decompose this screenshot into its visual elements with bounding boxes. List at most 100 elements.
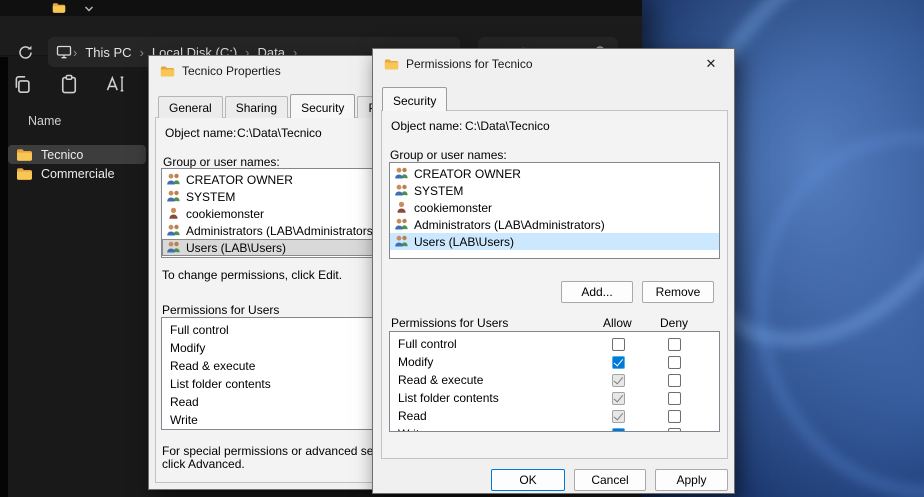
allow-checkbox[interactable] <box>612 410 625 423</box>
allow-checkbox[interactable] <box>612 428 625 433</box>
permissions-checkbox-list[interactable]: Full control Modify Read & execute List … <box>389 331 720 432</box>
account-row[interactable]: Administrators (LAB\Administrators) <box>390 216 719 233</box>
object-name-label: Object name: <box>165 126 236 140</box>
deny-checkbox[interactable] <box>668 410 681 423</box>
dialog-title: Permissions for Tecnico <box>406 57 533 71</box>
permission-row: Read <box>390 407 719 425</box>
advanced-hint-line1: For special permissions or advanced sett… <box>162 444 396 458</box>
permission-row: List folder contents <box>390 389 719 407</box>
group-icon <box>394 218 409 231</box>
group-icon <box>166 224 181 237</box>
object-name-value: C:\Data\Tecnico <box>465 119 550 133</box>
tab-sharing[interactable]: Sharing <box>225 96 288 118</box>
permissions-for-users-label: Permissions for Users <box>391 316 508 330</box>
tab-security[interactable]: Security <box>290 94 355 118</box>
apply-button[interactable]: Apply <box>655 469 728 491</box>
screen: › This PC › Local Disk (C:) › Data › <box>0 0 924 497</box>
permission-name: Read & execute <box>398 373 483 387</box>
group-icon <box>394 235 409 248</box>
permission-row: Full control <box>390 335 719 353</box>
close-icon: ✕ <box>706 56 717 72</box>
permission-name: Modify <box>170 341 205 355</box>
file-row-tecnico[interactable]: Tecnico <box>8 145 146 164</box>
user-icon <box>394 201 409 214</box>
allow-column-header: Allow <box>603 316 632 330</box>
close-button[interactable]: ✕ <box>688 49 734 79</box>
account-name: SYSTEM <box>186 190 235 204</box>
tab-general[interactable]: General <box>158 96 223 118</box>
permission-name: Write <box>398 427 426 432</box>
permissions-for-users-label: Permissions for Users <box>162 303 279 317</box>
file-name: Commerciale <box>41 167 115 181</box>
ok-button[interactable]: OK <box>491 469 565 491</box>
permission-row-partial: Write <box>390 425 719 432</box>
rename-icon <box>105 74 127 94</box>
edit-hint-text: To change permissions, click Edit. <box>162 268 342 282</box>
account-name: cookiemonster <box>186 207 264 221</box>
permissions-tabs: Security <box>382 89 449 111</box>
copy-icon <box>12 74 32 94</box>
allow-checkbox[interactable] <box>612 356 625 369</box>
permission-name: List folder contents <box>170 377 271 391</box>
group-icon <box>394 167 409 180</box>
account-name: Administrators (LAB\Administrators) <box>186 224 377 238</box>
object-name-label: Object name: <box>391 119 462 133</box>
file-row-commerciale[interactable]: Commerciale <box>8 164 146 183</box>
folder-icon <box>16 167 33 181</box>
deny-checkbox[interactable] <box>668 428 681 433</box>
account-name: CREATOR OWNER <box>414 167 521 181</box>
rename-button[interactable] <box>102 70 130 98</box>
add-button[interactable]: Add... <box>561 281 633 303</box>
group-icon <box>166 241 181 254</box>
object-name-value: C:\Data\Tecnico <box>237 126 322 140</box>
account-row-selected[interactable]: Users (LAB\Users) <box>390 233 719 250</box>
deny-checkbox[interactable] <box>668 356 681 369</box>
cancel-button[interactable]: Cancel <box>574 469 646 491</box>
group-user-list[interactable]: CREATOR OWNER SYSTEM cookiemonster Admin… <box>389 162 720 259</box>
user-icon <box>166 207 181 220</box>
permissions-dialog: Permissions for Tecnico ✕ Security Objec… <box>372 48 735 494</box>
group-icon <box>166 173 181 186</box>
permission-name: List folder contents <box>398 391 499 405</box>
tab-folder-icon <box>52 2 66 14</box>
chevron-down-icon[interactable] <box>84 5 94 13</box>
account-name: CREATOR OWNER <box>186 173 293 187</box>
permissions-dialog-titlebar: Permissions for Tecnico <box>373 49 734 79</box>
account-name: cookiemonster <box>414 201 492 215</box>
deny-checkbox[interactable] <box>668 338 681 351</box>
permission-name: Full control <box>398 337 457 351</box>
folder-icon <box>384 58 399 71</box>
account-row[interactable]: SYSTEM <box>390 182 719 199</box>
deny-checkbox[interactable] <box>668 374 681 387</box>
account-row[interactable]: cookiemonster <box>390 199 719 216</box>
folder-icon <box>16 148 33 162</box>
group-icon <box>394 184 409 197</box>
account-name: SYSTEM <box>414 184 463 198</box>
column-header-name[interactable]: Name <box>28 114 61 128</box>
allow-checkbox[interactable] <box>612 338 625 351</box>
window-left-edge <box>0 57 8 497</box>
folder-icon <box>160 65 175 78</box>
permission-name: Read & execute <box>170 359 255 373</box>
permission-name: Full control <box>170 323 229 337</box>
deny-checkbox[interactable] <box>668 392 681 405</box>
allow-checkbox[interactable] <box>612 392 625 405</box>
remove-button[interactable]: Remove <box>642 281 714 303</box>
paste-button[interactable] <box>55 70 83 98</box>
group-user-names-label: Group or user names: <box>390 148 507 162</box>
account-name: Administrators (LAB\Administrators) <box>414 218 605 232</box>
permission-name: Modify <box>398 355 433 369</box>
allow-checkbox[interactable] <box>612 374 625 387</box>
dialog-title: Tecnico Properties <box>182 64 281 78</box>
tab-security[interactable]: Security <box>382 87 447 111</box>
account-row[interactable]: CREATOR OWNER <box>390 165 719 182</box>
permission-row: Modify <box>390 353 719 371</box>
permission-row: Read & execute <box>390 371 719 389</box>
deny-column-header: Deny <box>660 316 688 330</box>
account-name: Users (LAB\Users) <box>414 235 514 249</box>
permission-name: Write <box>170 413 198 427</box>
copy-button[interactable] <box>8 70 36 98</box>
explorer-tab-strip <box>0 0 642 16</box>
group-icon <box>166 190 181 203</box>
advanced-hint-line2: click Advanced. <box>162 457 245 471</box>
